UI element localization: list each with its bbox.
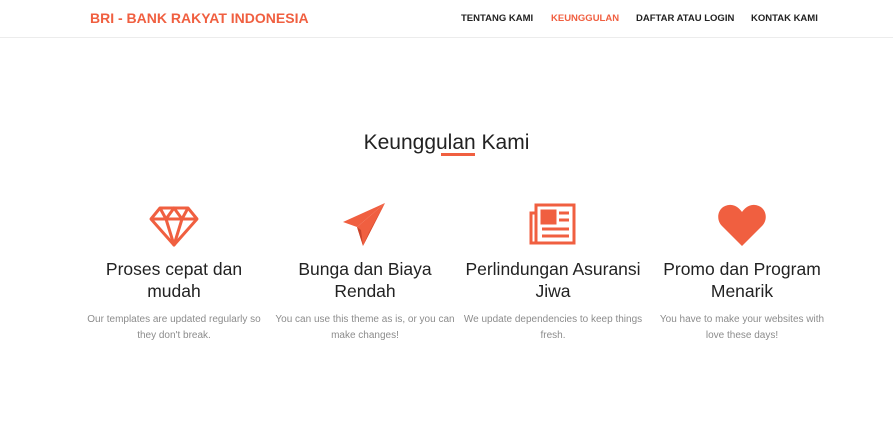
- feature-title: Promo dan Program Menarik: [663, 259, 821, 301]
- feature-card: Proses cepat dan mudah Our templates are…: [84, 200, 264, 344]
- feature-title: Proses cepat dan mudah: [105, 259, 243, 301]
- paper-plane-icon: [339, 200, 391, 250]
- nav-link-keunggulan[interactable]: KEUNGGULAN: [551, 13, 619, 24]
- feature-title: Bunga dan Biaya Rendah: [298, 259, 432, 301]
- feature-text: We update dependencies to keep things fr…: [463, 314, 643, 341]
- diamond-icon: [148, 200, 200, 250]
- heart-icon: [716, 200, 768, 250]
- navbar: BRI - BANK RAKYAT INDONESIA TENTANG KAMI…: [0, 0, 893, 38]
- feature-card: Perlindungan Asuransi Jiwa We update dep…: [463, 200, 643, 344]
- nav-link-kontak-kami[interactable]: KONTAK KAMI: [751, 13, 818, 24]
- nav-menu: TENTANG KAMI KEUNGGULAN DAFTAR ATAU LOGI…: [0, 13, 893, 27]
- feature-text: You can use this theme as is, or you can…: [275, 314, 455, 341]
- newspaper-icon: [527, 200, 579, 250]
- section-title: Keunggulan Kami: [363, 131, 530, 155]
- title-divider: [441, 153, 475, 156]
- feature-title: Perlindungan Asuransi Jiwa: [465, 259, 641, 301]
- nav-link-tentang-kami[interactable]: TENTANG KAMI: [461, 13, 533, 24]
- feature-text: Our templates are updated regularly so t…: [87, 314, 261, 341]
- feature-text: You have to make your websites with love…: [659, 314, 825, 341]
- feature-card: Promo dan Program Menarik You have to ma…: [652, 200, 832, 344]
- nav-link-daftar-atau-login[interactable]: DAFTAR ATAU LOGIN: [636, 13, 734, 24]
- feature-card: Bunga dan Biaya Rendah You can use this …: [275, 200, 455, 344]
